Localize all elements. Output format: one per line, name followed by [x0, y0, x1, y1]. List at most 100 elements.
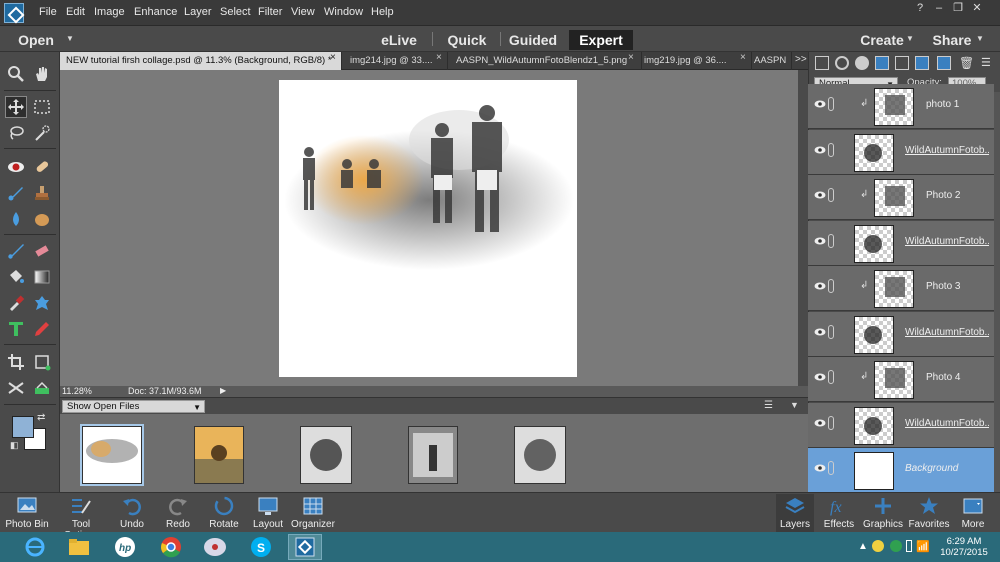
spot-healing-tool-icon[interactable]	[31, 156, 53, 178]
bin-thumbnail[interactable]	[408, 426, 458, 484]
recompose-tool-icon[interactable]	[31, 351, 53, 373]
tab-document-2[interactable]: img214.jpg @ 33....	[344, 52, 448, 70]
layer-thumbnail[interactable]	[874, 179, 914, 217]
menu-select[interactable]: Select	[220, 6, 251, 18]
tab-close-icon[interactable]: ×	[628, 52, 634, 63]
tool-options-button[interactable]: Tool Options	[54, 494, 108, 541]
menu-edit[interactable]: Edit	[66, 6, 85, 18]
file-explorer-icon[interactable]	[62, 534, 96, 560]
status-menu-icon[interactable]: ▶	[220, 386, 226, 395]
show-open-files-dropdown[interactable]: Show Open Files ▼	[62, 400, 205, 413]
link-icon[interactable]	[828, 461, 834, 475]
crop-tool-icon[interactable]	[5, 351, 27, 373]
smart-brush-tool-icon[interactable]	[5, 182, 27, 204]
layer-thumbnail[interactable]	[874, 270, 914, 308]
type-tool-icon[interactable]	[5, 318, 27, 340]
menu-enhance[interactable]: Enhance	[134, 6, 177, 18]
tab-quick[interactable]: Quick	[442, 30, 492, 50]
trash-icon[interactable]: 🗑	[959, 56, 974, 70]
internet-explorer-icon[interactable]	[18, 534, 52, 560]
eye-icon[interactable]	[814, 236, 826, 246]
move-tool-icon[interactable]	[5, 96, 27, 118]
bin-thumbnail[interactable]	[514, 426, 566, 484]
media-app-icon[interactable]	[198, 534, 232, 560]
layer-row[interactable]: WildAutumnFotob...	[808, 129, 994, 175]
layer-row[interactable]: ↲ Photo 2	[808, 175, 994, 220]
menu-file[interactable]: File	[39, 6, 57, 18]
layer-thumbnail[interactable]	[874, 88, 914, 126]
marquee-tool-icon[interactable]	[31, 96, 53, 118]
layer-style-icon[interactable]	[937, 56, 951, 70]
eye-icon[interactable]	[814, 463, 826, 473]
eraser-tool-icon[interactable]	[31, 240, 53, 262]
minimize-button[interactable]: –	[931, 2, 947, 14]
chrome-icon[interactable]	[154, 534, 188, 560]
organizer-button[interactable]: Organizer	[290, 494, 336, 532]
eye-icon[interactable]	[814, 372, 826, 382]
canvas-scrollbar[interactable]	[798, 70, 808, 386]
tab-document-1[interactable]: NEW tutorial firsh collage.psd @ 11.3% (…	[60, 52, 342, 70]
link-icon[interactable]	[828, 233, 834, 248]
rotate-button[interactable]: Rotate	[204, 494, 244, 532]
menu-view[interactable]: View	[291, 6, 315, 18]
layer-row[interactable]: WildAutumnFotob...	[808, 220, 994, 266]
tab-close-icon[interactable]: ×	[740, 52, 746, 63]
custom-shape-tool-icon[interactable]	[31, 292, 53, 314]
share-button[interactable]: Share	[932, 30, 972, 50]
layer-thumbnail[interactable]	[854, 315, 894, 354]
layer-thumbnail[interactable]	[874, 361, 914, 399]
create-dropdown-icon[interactable]: ▼	[906, 34, 914, 43]
link-icon[interactable]	[828, 415, 834, 430]
layer-row[interactable]: ↲ Photo 3	[808, 266, 994, 311]
bin-options-icon[interactable]: ☰	[764, 400, 773, 411]
adjustment-layer-icon[interactable]	[855, 56, 869, 70]
maximize-button[interactable]: ❐	[950, 2, 966, 14]
layer-thumbnail[interactable]	[854, 133, 894, 172]
layer-row[interactable]: Background	[808, 448, 994, 493]
tray-security-icon[interactable]	[890, 540, 902, 552]
hp-icon[interactable]: hp	[108, 534, 142, 560]
menu-image[interactable]: Image	[94, 6, 125, 18]
layer-thumbnail[interactable]	[854, 224, 894, 263]
gradient-tool-icon[interactable]	[31, 266, 53, 288]
undo-button[interactable]: Undo	[112, 494, 152, 532]
lock-transparency-icon[interactable]	[895, 56, 909, 70]
layout-button[interactable]: Layout	[248, 494, 288, 532]
link-icon[interactable]	[828, 188, 834, 202]
tabs-overflow-button[interactable]: >>	[795, 54, 807, 65]
swap-colors-icon[interactable]: ⇄	[37, 412, 45, 423]
redo-button[interactable]: Redo	[158, 494, 198, 532]
eye-icon[interactable]	[814, 99, 826, 109]
layer-thumbnail[interactable]	[854, 406, 894, 445]
share-dropdown-icon[interactable]: ▼	[976, 34, 984, 43]
lock-all-icon[interactable]	[915, 56, 929, 70]
tab-close-icon[interactable]: ×	[330, 52, 336, 63]
close-window-button[interactable]: ✕	[969, 2, 985, 14]
tab-elive[interactable]: eLive	[374, 30, 424, 50]
menu-help[interactable]: Help	[371, 6, 394, 18]
default-colors-icon[interactable]: ◧	[10, 440, 19, 451]
layers-scrollbar[interactable]	[994, 92, 1000, 492]
lasso-tool-icon[interactable]	[5, 122, 27, 144]
tab-document-3[interactable]: AASPN_WildAutumnFotoBlendz1_5.png	[450, 52, 642, 70]
more-button[interactable]: More	[954, 494, 992, 532]
clone-stamp-tool-icon[interactable]	[31, 182, 53, 204]
layer-row[interactable]: WildAutumnFotob...	[808, 311, 994, 357]
menu-filter[interactable]: Filter	[258, 6, 282, 18]
brush-tool-icon[interactable]	[5, 240, 27, 262]
eyedropper-tool-icon[interactable]	[5, 292, 27, 314]
tab-expert[interactable]: Expert	[569, 30, 633, 50]
menu-layer[interactable]: Layer	[184, 6, 212, 18]
photoshop-elements-taskbar-icon[interactable]	[288, 534, 322, 560]
zoom-tool-icon[interactable]	[5, 63, 27, 85]
eye-icon[interactable]	[814, 145, 826, 155]
link-icon[interactable]	[828, 324, 834, 339]
skype-icon[interactable]: S	[244, 534, 278, 560]
create-button[interactable]: Create	[858, 30, 906, 50]
open-button[interactable]: Open	[16, 30, 56, 50]
wifi-icon[interactable]: 📶	[916, 540, 930, 553]
tray-expand-icon[interactable]: ▲	[858, 541, 868, 552]
layer-thumbnail[interactable]	[854, 452, 894, 490]
tray-app-icon[interactable]	[872, 540, 884, 552]
new-fill-layer-icon[interactable]	[835, 56, 849, 70]
